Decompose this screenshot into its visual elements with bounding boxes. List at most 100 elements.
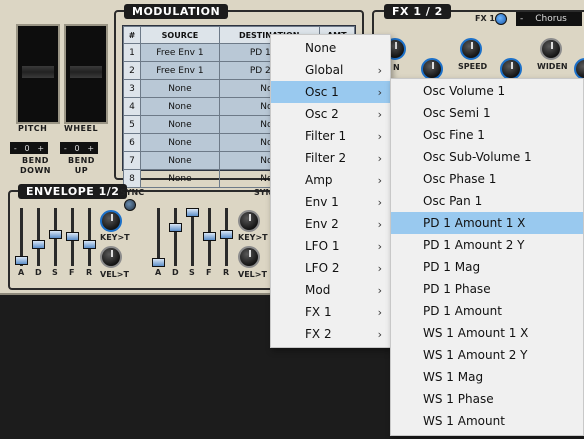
env-slider-handle-s[interactable] (49, 230, 62, 239)
menu-item-none[interactable]: None (271, 37, 390, 59)
pitch-label: PITCH (18, 124, 48, 133)
submenu-item[interactable]: PD 1 Amount 2 Y (391, 234, 583, 256)
submenu-item[interactable]: WS 1 Amount (391, 410, 583, 432)
matrix-source-cell[interactable]: Free Env 1 (140, 61, 220, 80)
env-slider-handle-f[interactable] (66, 232, 79, 241)
menu-item-fx-1[interactable]: FX 1 › (271, 301, 390, 323)
matrix-source-cell[interactable]: None (140, 169, 220, 188)
env2-key-knob[interactable] (238, 210, 260, 232)
matrix-source-cell[interactable]: Free Env 1 (140, 43, 220, 62)
submenu-item-label: WS 1 Amount 2 Y (423, 348, 528, 362)
submenu-arrow-icon: › (377, 151, 382, 165)
menu-item-osc-1[interactable]: Osc 1 › (271, 81, 390, 103)
env-slider-handle-s[interactable] (186, 208, 199, 217)
destination-menu: None Global › Osc 1 › Osc 2 › Filter 1 › Filter 2… (270, 34, 391, 348)
menu-item-env-2[interactable]: Env 2 › (271, 213, 390, 235)
env1-vel-knob[interactable] (100, 246, 122, 268)
matrix-source-cell[interactable]: None (140, 151, 220, 170)
osc1-submenu: Osc Volume 1 Osc Semi 1 Osc Fine 1 Osc Sub-… (390, 78, 584, 436)
env-slider-letter: A (18, 268, 25, 277)
fx-title: FX 1 / 2 (384, 4, 451, 19)
menu-item-lfo-1[interactable]: LFO 1 › (271, 235, 390, 257)
fx-knob-1-label: N (393, 63, 400, 72)
submenu-item-label: Osc Volume 1 (423, 84, 506, 98)
menu-item-global[interactable]: Global › (271, 59, 390, 81)
menu-item-filter-1[interactable]: Filter 1 › (271, 125, 390, 147)
env1-key-knob[interactable] (100, 210, 122, 232)
env-slider-track (37, 208, 40, 266)
menu-item-filter-2[interactable]: Filter 2 › (271, 147, 390, 169)
matrix-row-number: 2 (123, 61, 141, 80)
submenu-item[interactable]: Osc Sub-Volume 1 (391, 146, 583, 168)
submenu-item[interactable]: WS 1 Mag (391, 366, 583, 388)
submenu-item-label: WS 1 Amount (423, 414, 505, 428)
matrix-source-cell[interactable]: None (140, 115, 220, 134)
matrix-source-cell[interactable]: None (140, 79, 220, 98)
submenu-item-label: PD 1 Mag (423, 260, 481, 274)
submenu-item-label: PD 1 Amount 2 Y (423, 238, 525, 252)
bend-down-minus[interactable]: - (14, 144, 17, 153)
submenu-item[interactable]: WS 1 Phase (391, 388, 583, 410)
submenu-arrow-icon: › (377, 195, 382, 209)
bend-up-plus[interactable]: + (87, 144, 94, 153)
env-slider-letter: D (35, 268, 42, 277)
env-slider-handle-d[interactable] (32, 240, 45, 249)
bend-down-plus[interactable]: + (37, 144, 44, 153)
submenu-item-label: WS 1 Phase (423, 392, 494, 406)
menu-item-osc-2[interactable]: Osc 2 › (271, 103, 390, 125)
bend-down-stepper[interactable]: - 0 + (10, 142, 48, 154)
matrix-row-number: 7 (123, 151, 141, 170)
submenu-item[interactable]: Osc Volume 1 (391, 80, 583, 102)
env1-sync-led[interactable] (124, 199, 136, 211)
submenu-item-label: Osc Sub-Volume 1 (423, 150, 532, 164)
menu-item-env-1[interactable]: Env 1 › (271, 191, 390, 213)
matrix-source-cell[interactable]: None (140, 133, 220, 152)
submenu-arrow-icon: › (377, 305, 382, 319)
matrix-source-cell[interactable]: None (140, 97, 220, 116)
sync-label: SYNC (120, 188, 145, 197)
env-slider-handle-d[interactable] (169, 223, 182, 232)
env-slider-handle-a[interactable] (15, 256, 28, 265)
fx1-type-select[interactable]: - Chorus (516, 12, 582, 26)
submenu-item[interactable]: Osc Phase 1 (391, 168, 583, 190)
submenu-arrow-icon: › (377, 327, 382, 341)
menu-item-label: Amp (305, 173, 333, 187)
speed-knob[interactable] (460, 38, 482, 60)
submenu-item[interactable]: PD 1 Amount 1 X (391, 212, 583, 234)
env-slider-handle-f[interactable] (203, 232, 216, 241)
submenu-item[interactable]: PD 1 Mag (391, 256, 583, 278)
env-slider-handle-a[interactable] (152, 258, 165, 267)
submenu-item[interactable]: WS 1 Amount 2 Y (391, 344, 583, 366)
submenu-item[interactable]: Osc Pan 1 (391, 190, 583, 212)
submenu-item-label: PD 1 Phase (423, 282, 491, 296)
submenu-arrow-icon: › (377, 261, 382, 275)
submenu-arrow-icon: › (377, 217, 382, 231)
submenu-item[interactable]: PD 1 Phase (391, 278, 583, 300)
matrix-row-number: 5 (123, 115, 141, 134)
submenu-item[interactable]: PD 1 Amount (391, 300, 583, 322)
env-slider-letter: A (155, 268, 162, 277)
bend-up-minus[interactable]: - (64, 144, 67, 153)
matrix-row-number: 6 (123, 133, 141, 152)
mod-wheel[interactable] (64, 24, 108, 124)
fx-knob-4[interactable] (500, 58, 522, 80)
menu-item-mod[interactable]: Mod › (271, 279, 390, 301)
submenu-item[interactable]: Osc Semi 1 (391, 102, 583, 124)
bend-up-stepper[interactable]: - 0 + (60, 142, 98, 154)
menu-item-amp[interactable]: Amp › (271, 169, 390, 191)
pitch-wheel[interactable] (16, 24, 60, 124)
submenu-item-label: WS 1 Mag (423, 370, 484, 384)
submenu-item[interactable]: Osc Fine 1 (391, 124, 583, 146)
envelope-title: ENVELOPE 1/2 (18, 184, 128, 199)
env-slider-handle-r[interactable] (83, 240, 96, 249)
submenu-item[interactable]: WS 1 Amount 1 X (391, 322, 583, 344)
env2-vel-knob[interactable] (238, 246, 260, 268)
submenu-arrow-icon: › (377, 85, 382, 99)
menu-item-fx-2[interactable]: FX 2 › (271, 323, 390, 345)
fx-knob-2[interactable] (421, 58, 443, 80)
widen-knob[interactable] (540, 38, 562, 60)
env-slider-handle-r[interactable] (220, 230, 233, 239)
menu-item-lfo-2[interactable]: LFO 2 › (271, 257, 390, 279)
fx1-enable-led[interactable] (495, 13, 507, 25)
menu-item-label: Filter 1 (305, 129, 347, 143)
